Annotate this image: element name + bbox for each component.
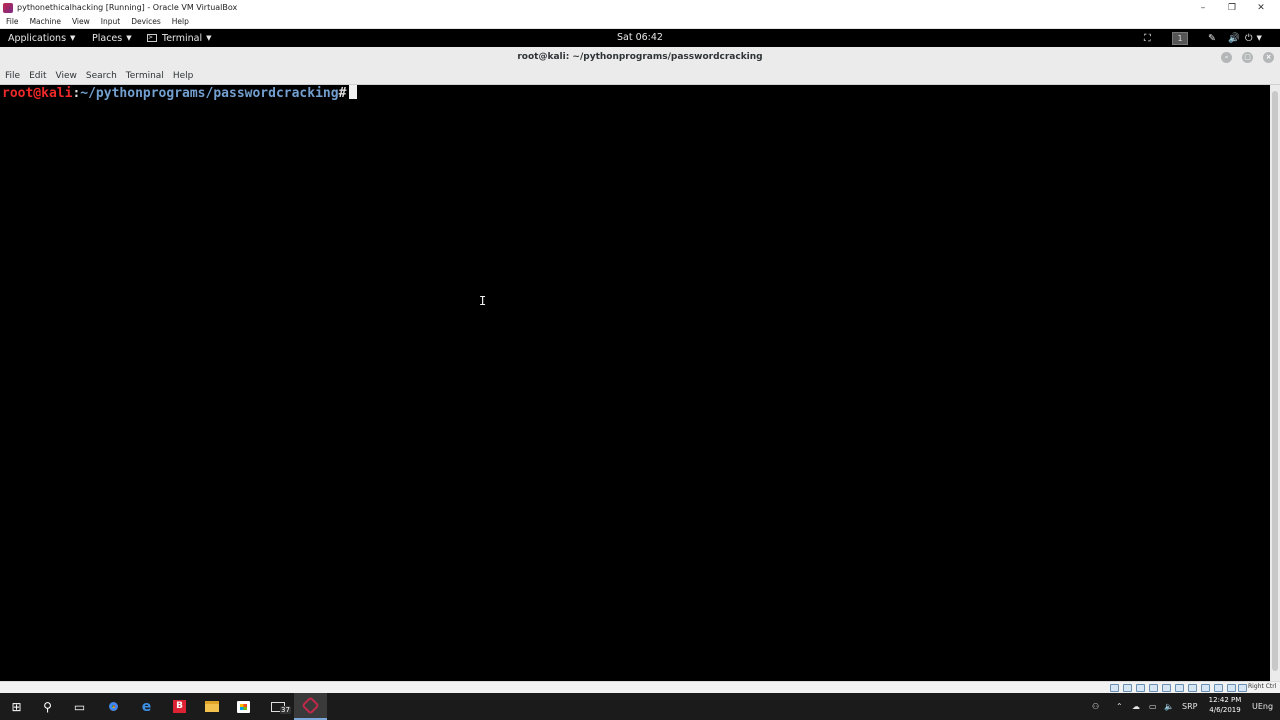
- vbox-menu-devices[interactable]: Devices: [131, 17, 161, 26]
- term-menu-file[interactable]: File: [5, 71, 20, 81]
- volume-tray-icon[interactable]: 🔈: [1164, 693, 1174, 720]
- minimize-icon[interactable]: –: [1189, 0, 1217, 15]
- close-icon[interactable]: ×: [1263, 52, 1274, 63]
- term-menu-search[interactable]: Search: [86, 71, 117, 81]
- terminal-title-bar: root@kali: ~/pythonprograms/passwordcrac…: [0, 47, 1280, 68]
- term-menu-edit[interactable]: Edit: [29, 71, 46, 81]
- workspace-indicator[interactable]: 1: [1172, 29, 1188, 47]
- vbox-window-title: pythonethicalhacking [Running] - Oracle …: [17, 3, 238, 12]
- audio-icon[interactable]: [1136, 684, 1145, 692]
- vbox-menu-help[interactable]: Help: [172, 17, 189, 26]
- pen-icon[interactable]: ✎: [1208, 29, 1216, 47]
- vbox-status-bar: Right Ctrl: [0, 681, 1280, 693]
- text-cursor: [349, 85, 358, 99]
- chevron-down-icon: ▼: [1256, 34, 1262, 42]
- cpu-icon[interactable]: [1214, 684, 1223, 692]
- keyboard-icon[interactable]: [1238, 684, 1247, 692]
- bandicam-icon[interactable]: B: [163, 693, 196, 720]
- system-clock[interactable]: 12:42 PM 4/6/2019: [1200, 695, 1250, 715]
- file-explorer-icon[interactable]: [195, 693, 228, 720]
- people-icon[interactable]: ⚇: [1092, 693, 1099, 720]
- windows-taskbar: ⊞ ⚲ ▭ e B 37 ⚇ ⌃ ☁ ▭ 🔈 SRP 12:42 PM 4/6/…: [0, 693, 1280, 720]
- terminal-menubar: File Edit View Search Terminal Help: [0, 68, 1280, 85]
- volume-icon[interactable]: 🔊: [1228, 29, 1240, 47]
- prompt-line: root@kali:~/pythonprograms/passwordcrack…: [2, 85, 358, 101]
- mouse-integration-icon[interactable]: [1227, 684, 1236, 692]
- maximize-icon[interactable]: □: [1242, 52, 1253, 63]
- windows-start-icon[interactable]: ⊞: [0, 693, 33, 720]
- vbox-menu-machine[interactable]: Machine: [30, 17, 61, 26]
- workspace-number: 1: [1172, 31, 1188, 45]
- chrome-icon[interactable]: [97, 693, 130, 720]
- user-label[interactable]: UEng: [1252, 693, 1273, 720]
- search-icon[interactable]: ⚲: [31, 693, 64, 720]
- task-view-icon[interactable]: ▭: [63, 693, 96, 720]
- prompt-symbol: #: [338, 86, 347, 101]
- accessibility-icon[interactable]: ⛶: [1144, 29, 1151, 47]
- clock-time: 12:42 PM: [1208, 696, 1242, 704]
- vbox-menu-input[interactable]: Input: [101, 17, 120, 26]
- mail-icon[interactable]: 37: [261, 693, 294, 720]
- vbox-menu-view[interactable]: View: [72, 17, 90, 26]
- tray-expand-icon[interactable]: ⌃: [1116, 693, 1123, 720]
- recording-icon[interactable]: [1201, 684, 1210, 692]
- edge-icon[interactable]: e: [130, 693, 163, 720]
- scrollbar-thumb[interactable]: [1272, 91, 1278, 671]
- term-menu-help[interactable]: Help: [173, 71, 194, 81]
- vbox-menu-file[interactable]: File: [6, 17, 19, 26]
- host-key-label: Right Ctrl: [1248, 683, 1277, 690]
- display-icon[interactable]: [1188, 684, 1197, 692]
- ibeam-cursor-icon: I: [479, 294, 487, 308]
- prompt-path: ~/pythonprograms/passwordcracking: [80, 86, 339, 101]
- virtualbox-taskbar-icon[interactable]: [294, 693, 327, 720]
- term-menu-view[interactable]: View: [56, 71, 77, 81]
- prompt-user: root@kali: [2, 86, 73, 101]
- vbox-title-bar: pythonethicalhacking [Running] - Oracle …: [0, 0, 1280, 15]
- usb-icon[interactable]: [1162, 684, 1171, 692]
- minimize-icon[interactable]: –: [1221, 52, 1232, 63]
- gnome-top-panel: Applications ▼ Places ▼ > Terminal ▼ Sat…: [0, 29, 1280, 47]
- mail-badge: 37: [280, 706, 291, 714]
- network-tray-icon[interactable]: ▭: [1149, 693, 1157, 720]
- restore-icon[interactable]: ❐: [1218, 0, 1246, 15]
- power-icon: ⏻: [1245, 32, 1253, 44]
- shared-folders-icon[interactable]: [1175, 684, 1184, 692]
- power-menu[interactable]: ⏻ ▼: [1245, 29, 1262, 47]
- term-menu-terminal[interactable]: Terminal: [126, 71, 164, 81]
- terminal-output[interactable]: root@kali:~/pythonprograms/passwordcrack…: [0, 85, 1270, 681]
- terminal-scrollbar[interactable]: [1270, 85, 1280, 681]
- optical-drive-icon[interactable]: [1123, 684, 1132, 692]
- clock-date: 4/6/2019: [1209, 706, 1241, 714]
- virtualbox-icon: [3, 2, 13, 13]
- close-icon[interactable]: ✕: [1247, 0, 1275, 15]
- vbox-menubar: File Machine View Input Devices Help: [0, 15, 1280, 29]
- terminal-window-title: root@kali: ~/pythonprograms/passwordcrac…: [517, 52, 763, 62]
- hard-disk-icon[interactable]: [1110, 684, 1119, 692]
- onedrive-icon[interactable]: ☁: [1132, 693, 1140, 720]
- network-icon[interactable]: [1149, 684, 1158, 692]
- language-indicator[interactable]: SRP: [1182, 693, 1197, 720]
- store-icon[interactable]: [227, 693, 260, 720]
- panel-clock[interactable]: Sat 06:42: [0, 29, 1280, 47]
